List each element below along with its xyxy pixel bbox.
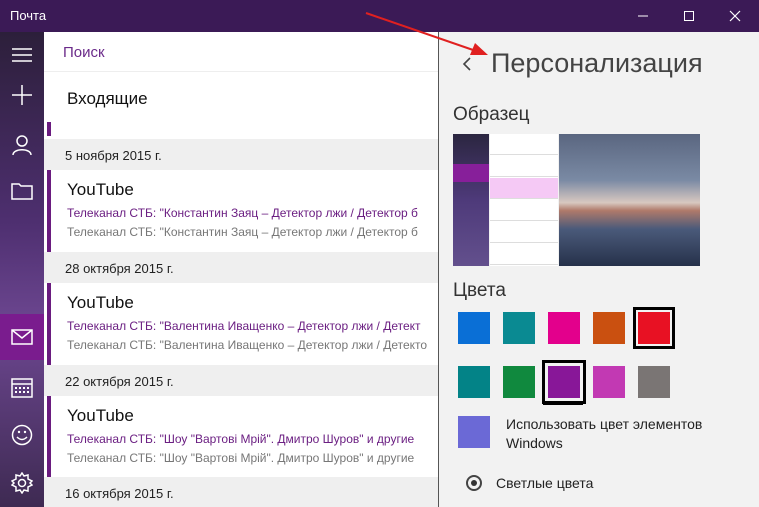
message-list-pane: Поиск Входящие 5 ноября 2015 г. YouTube …	[44, 32, 440, 507]
search-box[interactable]: Поиск	[44, 32, 440, 72]
folder-title: Входящие	[67, 89, 148, 108]
chevron-left-icon	[462, 57, 471, 71]
sender: YouTube	[67, 406, 134, 425]
date-label: 22 октября 2015 г.	[65, 374, 174, 389]
smiley-icon	[11, 424, 33, 446]
back-button[interactable]	[457, 53, 479, 75]
sample-heading: Образец	[453, 104, 530, 125]
color-swatch[interactable]	[593, 312, 625, 344]
color-swatch[interactable]	[548, 312, 580, 344]
color-swatch[interactable]	[503, 312, 535, 344]
hamburger-icon	[12, 48, 32, 62]
person-icon	[12, 135, 32, 156]
feedback-button[interactable]	[0, 412, 44, 458]
color-swatch[interactable]	[458, 312, 490, 344]
plus-icon	[12, 85, 32, 105]
date-label: 5 ноября 2015 г.	[65, 148, 162, 163]
minimize-button[interactable]	[620, 0, 666, 32]
unread-bar	[47, 396, 51, 485]
preview: Телеканал СТБ: "Шоу "Вартові Мрій". Дмит…	[67, 451, 415, 465]
preview-list	[490, 134, 558, 266]
selected-swatch-underline	[543, 402, 583, 405]
title-bar: Почта	[0, 0, 759, 32]
preview-background-image	[559, 134, 700, 266]
date-header: 5 ноября 2015 г.	[44, 139, 440, 170]
color-swatch[interactable]	[633, 307, 675, 349]
color-swatch[interactable]	[458, 366, 490, 398]
preview-rail-selection	[453, 164, 489, 182]
folders-button[interactable]	[0, 168, 44, 214]
sender: YouTube	[67, 180, 134, 199]
mail-button[interactable]	[0, 314, 44, 360]
subject: Телеканал СТБ: "Шоу "Вартові Мрій". Дмит…	[67, 432, 415, 446]
calendar-button[interactable]	[0, 364, 44, 410]
minimize-icon	[638, 15, 648, 17]
preview-row	[490, 156, 558, 177]
list-item[interactable]: YouTube Телеканал СТБ: "Шоу "Вартові Мрі…	[44, 396, 440, 486]
light-colors-label[interactable]: Светлые цвета	[496, 475, 593, 491]
folder-icon	[11, 183, 33, 200]
preview-rail	[453, 134, 489, 266]
color-swatch[interactable]	[593, 366, 625, 398]
preview: Телеканал СТБ: "Константин Заяц – Детект…	[67, 225, 418, 239]
new-mail-button[interactable]	[0, 72, 44, 118]
date-label: 28 октября 2015 г.	[65, 261, 174, 276]
sender: YouTube	[67, 293, 134, 312]
date-label: 16 октября 2015 г.	[65, 486, 174, 501]
preview-row	[490, 200, 558, 221]
subject: Телеканал СТБ: "Константин Заяц – Детект…	[67, 206, 418, 220]
maximize-icon	[684, 11, 694, 21]
preview: Телеканал СТБ: "Валентина Иващенко – Дет…	[67, 338, 428, 352]
date-header: 16 октября 2015 г.	[44, 477, 440, 507]
preview-row	[490, 134, 558, 155]
light-colors-radio[interactable]	[466, 475, 482, 491]
calendar-icon	[11, 378, 33, 398]
preview-row	[490, 244, 558, 265]
close-button[interactable]	[712, 0, 758, 32]
previous-item-accent	[47, 122, 51, 136]
window-title: Почта	[10, 8, 47, 23]
theme-preview	[453, 134, 700, 266]
color-swatch[interactable]	[638, 366, 670, 398]
colors-heading: Цвета	[453, 280, 506, 301]
windows-color-swatch[interactable]	[458, 416, 490, 448]
close-icon	[729, 10, 741, 22]
list-item[interactable]: YouTube Телеканал СТБ: "Константин Заяц …	[44, 170, 440, 260]
mail-icon	[11, 329, 33, 345]
preview-row	[490, 222, 558, 243]
use-windows-color-label[interactable]: Использовать цвет элементов Windows	[506, 415, 756, 453]
date-header: 22 октября 2015 г.	[44, 365, 440, 396]
gear-icon	[11, 472, 33, 494]
panel-title: Персонализация	[491, 48, 703, 78]
date-header: 28 октября 2015 г.	[44, 252, 440, 283]
color-swatch[interactable]	[542, 360, 586, 404]
preview-row-selected	[490, 178, 558, 199]
unread-bar	[47, 170, 51, 259]
list-item[interactable]: YouTube Телеканал СТБ: "Валентина Иващен…	[44, 283, 440, 373]
unread-bar	[47, 283, 51, 372]
navigation-rail	[0, 32, 44, 507]
accounts-button[interactable]	[0, 122, 44, 168]
subject: Телеканал СТБ: "Валентина Иващенко – Дет…	[67, 319, 421, 333]
color-swatch[interactable]	[503, 366, 535, 398]
personalization-panel: Персонализация Образец Цвета Использоват…	[439, 32, 759, 507]
search-label: Поиск	[63, 44, 105, 61]
maximize-button[interactable]	[666, 0, 712, 32]
settings-button[interactable]	[0, 460, 44, 506]
